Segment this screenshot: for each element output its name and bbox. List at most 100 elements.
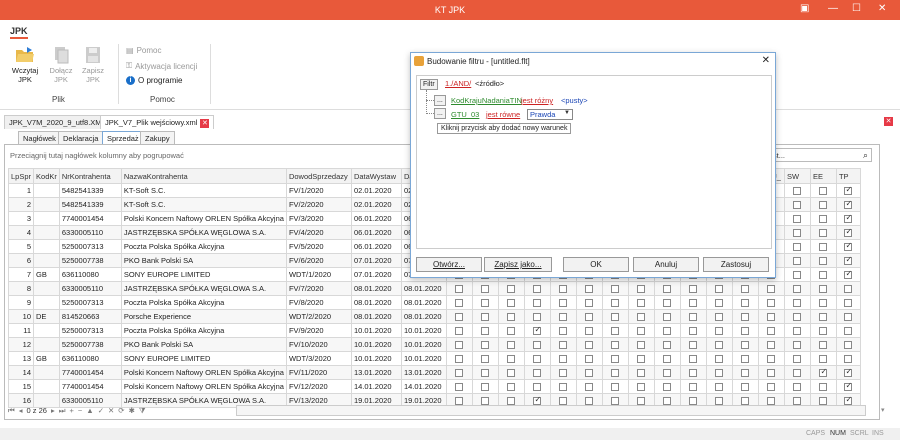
checkbox[interactable] xyxy=(559,285,568,293)
checkbox-cell[interactable] xyxy=(445,337,473,352)
table-row[interactable]: 10 DE 814520663 Porsche Experience WDT/2/202… xyxy=(7,309,861,324)
checkbox-cell[interactable] xyxy=(445,365,473,380)
checkbox[interactable] xyxy=(637,313,646,321)
checkbox[interactable] xyxy=(559,327,568,335)
cell-col-sale-date[interactable]: 08.01.2020 xyxy=(400,295,447,310)
cell-col-name[interactable]: Poczta Polska Spółka Akcyjna xyxy=(120,295,287,310)
cell-col-tax-id[interactable]: 5250007313 xyxy=(58,239,122,254)
cell-col-country-code[interactable]: GB xyxy=(33,351,60,366)
checkbox[interactable] xyxy=(819,257,828,265)
checkbox[interactable] xyxy=(611,285,620,293)
checkbox[interactable] xyxy=(819,215,828,223)
cell-col-lp[interactable]: 1 xyxy=(7,183,35,198)
cell-col-name[interactable]: Poczta Polska Spółka Akcyjna xyxy=(120,239,287,254)
checkbox-cell[interactable] xyxy=(705,295,733,310)
checkbox[interactable] xyxy=(585,327,594,335)
checkbox[interactable] xyxy=(793,243,802,251)
cell-col-name[interactable]: KT-Soft S.C. xyxy=(120,197,287,212)
checkbox[interactable] xyxy=(481,341,490,349)
checkbox-cell[interactable] xyxy=(783,351,811,366)
cell-col-tax-id[interactable]: 5250007738 xyxy=(58,253,122,268)
checkbox-cell[interactable] xyxy=(445,295,473,310)
cell-col-lp[interactable]: 13 xyxy=(7,351,35,366)
cell-col-issue-date[interactable]: 13.01.2020 xyxy=(350,365,402,380)
checkbox-cell[interactable] xyxy=(809,267,837,282)
checkbox-cell[interactable] xyxy=(705,379,733,394)
cell-col-country-code[interactable] xyxy=(33,365,60,380)
checkbox[interactable] xyxy=(793,201,802,209)
cell-col-document[interactable]: FV/8/2020 xyxy=(285,295,352,310)
checkbox[interactable] xyxy=(689,327,698,335)
condition2-value-select[interactable]: Prawda ▼ xyxy=(527,109,573,120)
checkbox[interactable] xyxy=(637,299,646,307)
checkbox-cell[interactable] xyxy=(549,309,577,324)
header-col-name[interactable]: NazwaKontrahenta xyxy=(120,168,287,184)
checkbox[interactable] xyxy=(793,299,802,307)
cell-col-issue-date[interactable]: 06.01.2020 xyxy=(350,239,402,254)
checkbox[interactable] xyxy=(663,313,672,321)
cell-col-country-code[interactable]: DE xyxy=(33,309,60,324)
cell-col-document[interactable]: WDT/1/2020 xyxy=(285,267,352,282)
checkbox[interactable] xyxy=(793,215,802,223)
cell-col-sale-date[interactable]: 08.01.2020 xyxy=(400,281,447,296)
cell-col-tax-id[interactable]: 5250007313 xyxy=(58,323,122,338)
checkbox[interactable] xyxy=(481,285,490,293)
checkbox-cell[interactable] xyxy=(809,225,837,240)
cell-col-tax-id[interactable]: 636110080 xyxy=(58,351,122,366)
checkbox-cell[interactable] xyxy=(523,295,551,310)
checkbox[interactable] xyxy=(663,369,672,377)
cell-col-issue-date[interactable]: 14.01.2020 xyxy=(350,379,402,394)
checkbox-cell[interactable] xyxy=(497,309,525,324)
checkbox-cell[interactable] xyxy=(809,351,837,366)
checkbox-cell[interactable] xyxy=(835,183,861,198)
checkbox-cell[interactable] xyxy=(809,197,837,212)
checkbox[interactable] xyxy=(819,187,828,195)
checkbox[interactable] xyxy=(559,369,568,377)
checkbox-cell[interactable] xyxy=(783,365,811,380)
checkbox-cell[interactable] xyxy=(835,365,861,380)
checkbox-cell[interactable] xyxy=(549,379,577,394)
checkbox[interactable] xyxy=(819,355,828,363)
checkbox[interactable] xyxy=(455,313,464,321)
checkbox[interactable] xyxy=(611,341,620,349)
checkbox-cell[interactable] xyxy=(601,295,629,310)
cell-col-issue-date[interactable]: 02.01.2020 xyxy=(350,197,402,212)
checkbox[interactable] xyxy=(844,285,853,293)
cell-col-issue-date[interactable]: 08.01.2020 xyxy=(350,281,402,296)
attach-jpk-button[interactable]: Dołącz JPK xyxy=(46,46,76,84)
checkbox[interactable] xyxy=(715,313,724,321)
save-filter-as-button[interactable]: Zapisz jako... xyxy=(484,257,552,272)
checkbox-cell[interactable] xyxy=(471,379,499,394)
bookmark-icon[interactable]: ✱ xyxy=(129,406,135,415)
checkbox-cell[interactable] xyxy=(809,211,837,226)
checkbox-cell[interactable] xyxy=(705,351,733,366)
cell-col-sale-date[interactable]: 08.01.2020 xyxy=(400,309,447,324)
checkbox-cell[interactable] xyxy=(549,365,577,380)
doc-tab-jpk-v7m[interactable]: JPK_V7M_2020_9_utf8.XML xyxy=(4,115,111,129)
checkbox-cell[interactable] xyxy=(497,379,525,394)
checkbox[interactable] xyxy=(585,299,594,307)
checkbox-cell[interactable] xyxy=(809,309,837,324)
checkbox-cell[interactable] xyxy=(523,337,551,352)
help-button[interactable]: ▤ Pomoc xyxy=(126,46,161,55)
cell-col-document[interactable]: FV/9/2020 xyxy=(285,323,352,338)
condition2-operator-link[interactable]: jest równe xyxy=(486,110,520,119)
checkbox-cell[interactable] xyxy=(809,379,837,394)
cell-col-tax-id[interactable]: 7740001454 xyxy=(58,365,122,380)
horizontal-scrollbar[interactable] xyxy=(236,405,866,416)
checkbox[interactable] xyxy=(663,299,672,307)
checkbox-cell[interactable] xyxy=(783,295,811,310)
checkbox-cell[interactable] xyxy=(679,309,707,324)
checkbox-cell[interactable] xyxy=(731,337,759,352)
checkbox[interactable] xyxy=(767,341,776,349)
checkbox[interactable] xyxy=(715,355,724,363)
checkbox-cell[interactable] xyxy=(705,365,733,380)
checkbox[interactable] xyxy=(481,327,490,335)
tab-zakupy[interactable]: Zakupy xyxy=(140,131,175,144)
checkbox[interactable] xyxy=(455,341,464,349)
checkbox-cell[interactable] xyxy=(601,379,629,394)
cell-col-tax-id[interactable]: 5482541339 xyxy=(58,197,122,212)
checkbox[interactable] xyxy=(507,327,516,335)
checkbox[interactable] xyxy=(819,367,828,377)
dialog-close-icon[interactable]: ✕ xyxy=(762,55,770,66)
